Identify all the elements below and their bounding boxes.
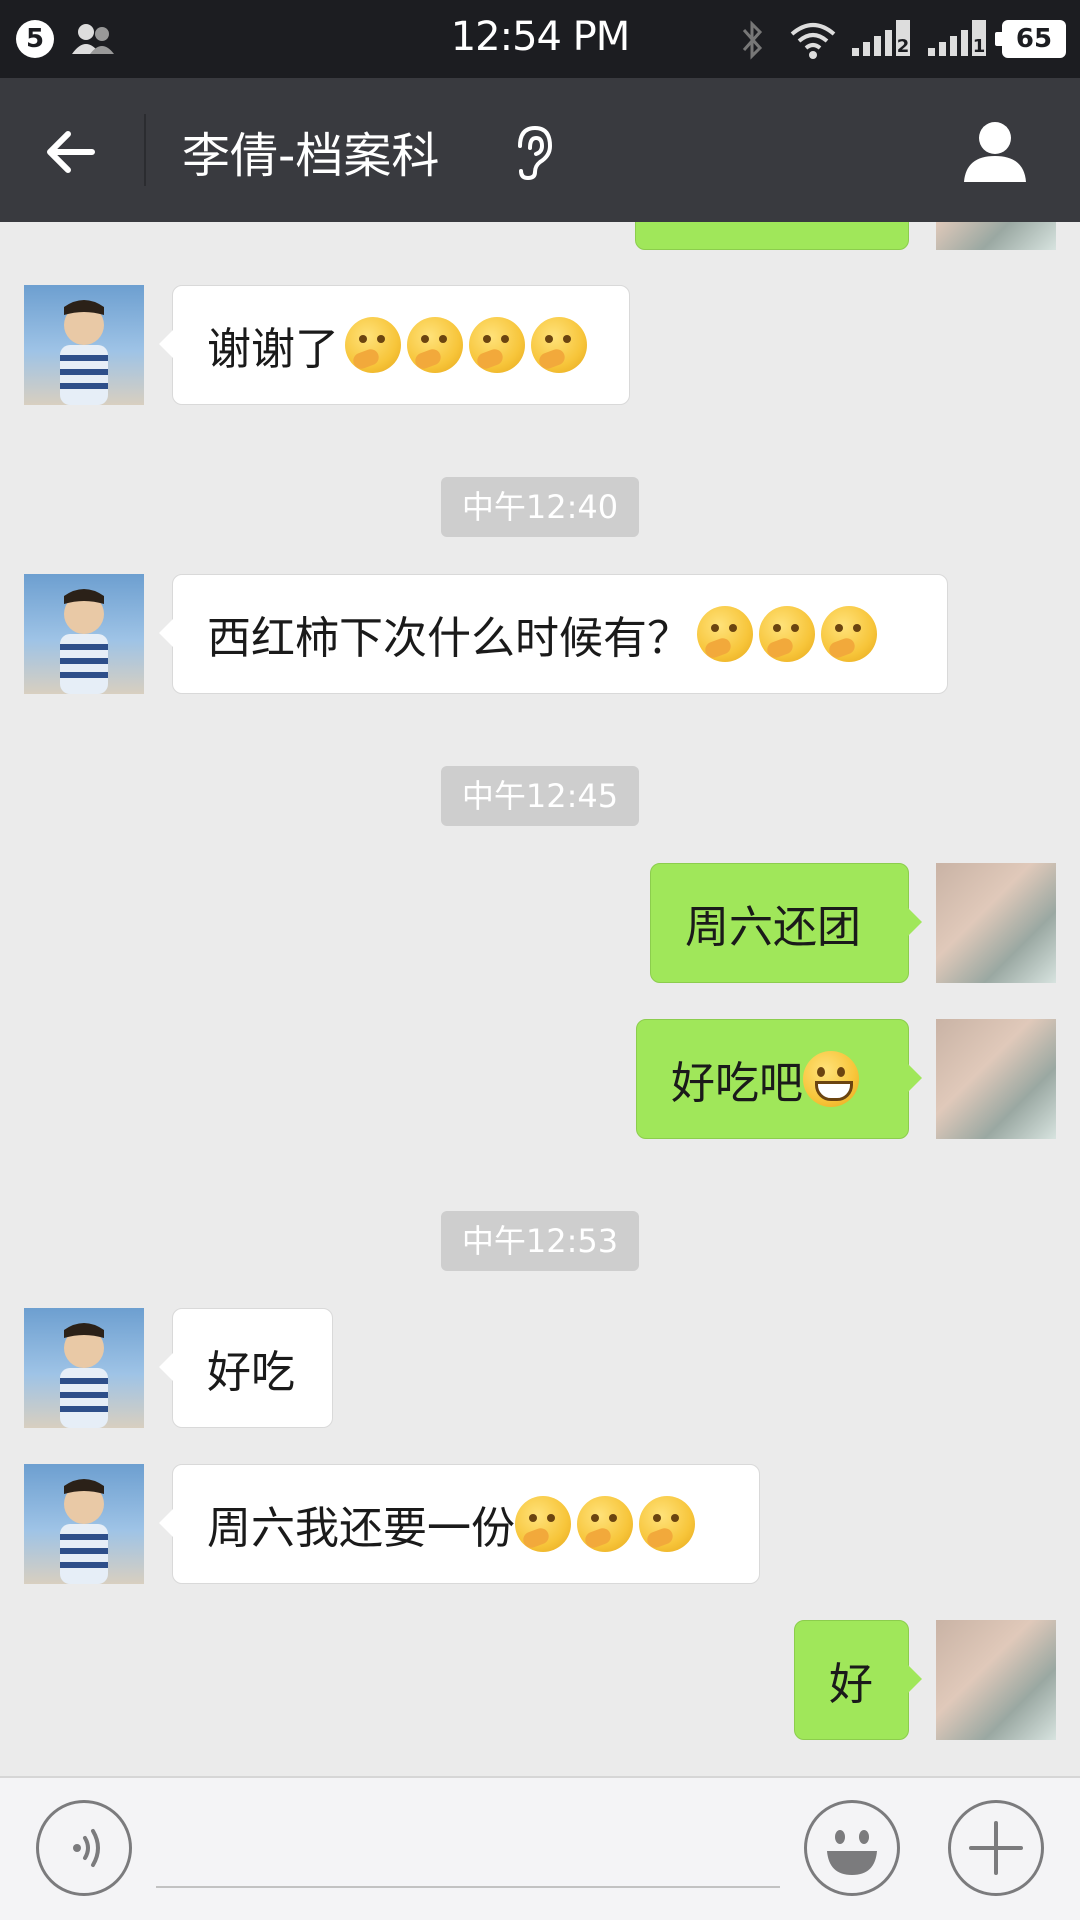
thinking-face-icon	[759, 606, 815, 662]
title-bar: 李倩-档案科	[0, 78, 1080, 222]
thinking-face-icon	[515, 1496, 571, 1552]
emoji-row	[515, 1496, 695, 1552]
message-input[interactable]	[156, 1808, 780, 1888]
wifi-icon	[790, 23, 836, 59]
message-text: 周六我还要一份	[207, 1503, 515, 1554]
message-text: 好吃	[207, 1347, 295, 1398]
chat-title: 李倩-档案科	[182, 128, 440, 184]
child-photo	[60, 1323, 108, 1428]
incoming-message-bubble[interactable]: 谢谢了	[159, 285, 630, 405]
sim2-label: 2	[897, 36, 910, 57]
contact-avatar[interactable]	[24, 285, 144, 405]
emoji-row	[697, 606, 877, 662]
outgoing-message-bubble[interactable]: 好吃吧	[636, 1019, 922, 1139]
title-divider	[144, 114, 146, 186]
message-text: 好	[829, 1659, 873, 1710]
emoji-row	[345, 317, 587, 373]
my-avatar[interactable]	[936, 1620, 1056, 1740]
message-text: 周六还团	[685, 902, 861, 953]
my-avatar[interactable]	[936, 863, 1056, 983]
thinking-face-icon	[345, 317, 401, 373]
chat-message-list[interactable]: 谢谢了 中午12:40 西红柿下次什么时候有？ 中午12:45 周六还团 好吃吧…	[0, 222, 1080, 1776]
person-icon	[964, 122, 1026, 182]
timestamp-label: 中午12:53	[441, 1211, 639, 1271]
thinking-face-icon	[469, 317, 525, 373]
thinking-face-icon	[697, 606, 753, 662]
emoji-button[interactable]	[804, 1800, 900, 1896]
thinking-face-icon	[407, 317, 463, 373]
my-avatar[interactable]	[936, 222, 1056, 250]
child-photo	[60, 300, 108, 405]
message-text: 谢谢了	[207, 324, 339, 375]
timestamp-label: 中午12:40	[441, 477, 639, 537]
battery-indicator: 65	[995, 20, 1066, 58]
child-photo	[60, 1479, 108, 1584]
incoming-message-bubble[interactable]: 好吃	[159, 1308, 333, 1428]
input-bar	[0, 1776, 1080, 1920]
sim1-label: 1	[973, 36, 986, 57]
thinking-face-icon	[577, 1496, 633, 1552]
outgoing-message-bubble[interactable]: 好	[794, 1620, 922, 1740]
back-button[interactable]	[28, 112, 118, 192]
smiley-icon	[827, 1830, 877, 1875]
thinking-face-icon	[639, 1496, 695, 1552]
incoming-message-bubble[interactable]: 西红柿下次什么时候有？	[159, 574, 948, 694]
status-time: 12:54 PM	[450, 14, 631, 60]
bluetooth-icon	[742, 20, 763, 60]
incoming-message-bubble[interactable]: 周六我还要一份	[159, 1464, 760, 1584]
emoji-row	[803, 1051, 859, 1107]
earpiece-mode-icon	[518, 125, 553, 181]
thinking-face-icon	[821, 606, 877, 662]
contact-avatar[interactable]	[24, 1464, 144, 1584]
child-photo	[60, 589, 108, 694]
previous-message-bubble[interactable]	[635, 222, 909, 250]
grinning-face-icon	[803, 1051, 859, 1107]
more-actions-button[interactable]	[948, 1800, 1044, 1896]
voice-input-button[interactable]	[36, 1800, 132, 1896]
outgoing-message-bubble[interactable]: 周六还团	[650, 863, 922, 983]
signal-sim1-icon: 1	[928, 20, 986, 57]
contact-avatar[interactable]	[24, 574, 144, 694]
thinking-face-icon	[531, 317, 587, 373]
message-text: 西红柿下次什么时候有？	[207, 613, 691, 664]
arrow-left-icon	[47, 131, 95, 173]
status-bar: 5 12:54 PM 2 1 65	[0, 0, 1080, 78]
chat-info-button[interactable]	[956, 116, 1036, 196]
voice-icon	[73, 1829, 100, 1867]
plus-icon	[969, 1821, 1023, 1875]
my-avatar[interactable]	[936, 1019, 1056, 1139]
timestamp-label: 中午12:45	[441, 766, 639, 826]
message-text: 好吃吧	[671, 1058, 803, 1109]
signal-sim2-icon: 2	[852, 20, 910, 57]
contact-avatar[interactable]	[24, 1308, 144, 1428]
